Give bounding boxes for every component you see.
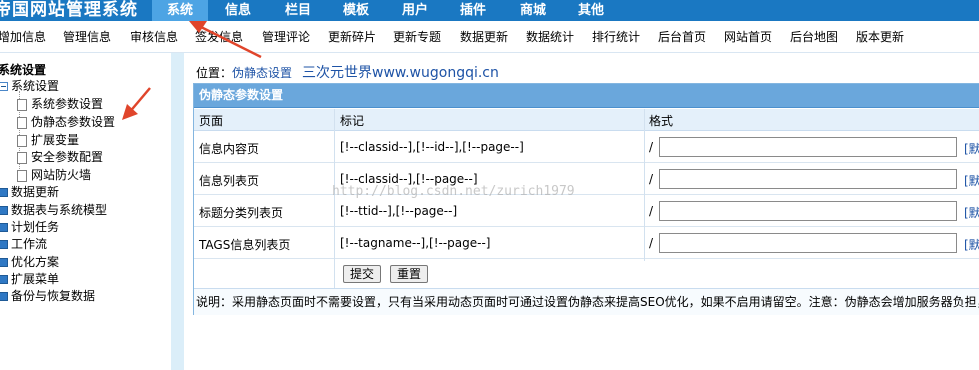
nav-tab-other[interactable]: 其他 xyxy=(563,0,619,21)
breadcrumb-prefix: 位置： xyxy=(196,66,233,80)
default-link[interactable]: [默 xyxy=(964,236,979,253)
sidebar-item-label: 系统参数设置 xyxy=(31,97,104,111)
folder-icon xyxy=(0,275,8,284)
folder-icon xyxy=(0,258,8,267)
folder-icon xyxy=(0,240,8,249)
sidebar-item-label: 备份与恢复数据 xyxy=(11,289,96,303)
sidebar-item-data-update[interactable]: 数据更新 xyxy=(0,184,59,200)
sidebar-item-label: 伪静态参数设置 xyxy=(31,115,116,129)
sidebar-item-extend-menu[interactable]: 扩展菜单 xyxy=(0,271,59,287)
sidebar-item-label: 系统设置 xyxy=(11,79,60,93)
annotation-arrow-icon xyxy=(122,87,151,120)
sidebar-item-optimization[interactable]: 优化方案 xyxy=(0,254,59,270)
reset-button[interactable]: 重置 xyxy=(390,265,429,283)
table-row: TAGS信息列表页 [!--tagname--],[!--page--] / [… xyxy=(194,228,979,259)
column-divider xyxy=(644,109,645,261)
nav-tab-shop[interactable]: 商城 xyxy=(505,0,561,21)
subnav-update-fragments[interactable]: 更新碎片 xyxy=(328,29,376,45)
page-icon xyxy=(17,151,27,164)
sidebar-item-label: 安全参数配置 xyxy=(31,150,104,164)
sidebar-title: 系统设置 xyxy=(0,63,47,77)
sidebar-item-firewall[interactable]: 网站防火墙 xyxy=(17,167,91,183)
collapse-icon[interactable] xyxy=(0,82,8,91)
subnav-manage-info[interactable]: 管理信息 xyxy=(63,29,111,45)
table-row: 信息内容页 [!--classid--],[!--id--],[!--page-… xyxy=(194,132,979,163)
subnav-admin-home[interactable]: 后台首页 xyxy=(658,29,706,45)
folder-icon xyxy=(0,292,8,301)
sidebar-item-label: 计划任务 xyxy=(11,220,60,234)
sidebar-item-tables-models[interactable]: 数据表与系统模型 xyxy=(0,202,107,218)
annotation-arrow-icon xyxy=(189,21,262,59)
default-link[interactable]: [默 xyxy=(964,172,979,189)
subnav-data-stats[interactable]: 数据统计 xyxy=(526,29,574,45)
format-input[interactable] xyxy=(659,137,957,157)
breadcrumb: 位置：伪静态设置 三次元世界www.wugongqi.cn xyxy=(196,62,499,82)
panel-title: 伪静态参数设置 xyxy=(194,84,979,108)
panel-note: 说明：采用静态页面时不需要设置，只有当采用动态页面时可通过设置伪静态来提高SEO… xyxy=(194,288,979,315)
sidebar-item-label: 工作流 xyxy=(11,237,48,251)
page-icon xyxy=(17,134,27,147)
subnav-manage-comments[interactable]: 管理评论 xyxy=(262,29,310,45)
default-link[interactable]: [默 xyxy=(964,204,979,221)
subnav-add-info[interactable]: 增加信息 xyxy=(0,29,46,45)
sidebar-item-workflow[interactable]: 工作流 xyxy=(0,236,47,252)
sidebar-item-label: 网站防火墙 xyxy=(31,168,92,182)
folder-icon xyxy=(0,223,8,232)
page-icon xyxy=(17,116,27,129)
settings-panel: 伪静态参数设置 页面 标记 格式 信息内容页 [!--classid--],[!… xyxy=(193,83,979,315)
nav-tab-template[interactable]: 模板 xyxy=(328,0,384,21)
folder-icon xyxy=(0,206,8,215)
sidebar-item-scheduled-tasks[interactable]: 计划任务 xyxy=(0,219,59,235)
subnav-site-home[interactable]: 网站首页 xyxy=(724,29,772,45)
subnav-review-info[interactable]: 审核信息 xyxy=(130,29,178,45)
submit-button[interactable]: 提交 xyxy=(343,265,382,283)
table-row: 信息列表页 [!--classid--],[!--page--] / [默 xyxy=(194,164,979,195)
page-icon xyxy=(17,98,27,111)
column-divider xyxy=(334,109,335,291)
format-input[interactable] xyxy=(659,233,957,253)
sidebar-item-label: 扩展菜单 xyxy=(11,272,60,286)
breadcrumb-link[interactable]: 伪静态设置 xyxy=(232,66,292,80)
nav-tab-plugin[interactable]: 插件 xyxy=(445,0,501,21)
logo-text: 帝国网站管理系统 xyxy=(0,0,138,20)
logo: 帝国网站管理系统 xyxy=(0,0,152,21)
subnav-ranking-stats[interactable]: 排行统计 xyxy=(592,29,640,45)
subnav-admin-map[interactable]: 后台地图 xyxy=(790,29,838,45)
subnav-update-data[interactable]: 数据更新 xyxy=(460,29,508,45)
top-nav-bar: 帝国网站管理系统 系统 信息 栏目 模板 用户 插件 商城 其他 xyxy=(0,0,979,21)
subnav-update-topics[interactable]: 更新专题 xyxy=(393,29,441,45)
sidebar-item-backup-restore[interactable]: 备份与恢复数据 xyxy=(0,288,95,304)
header-page: 页面 xyxy=(199,114,224,128)
table-row: 标题分类列表页 [!--ttid--],[!--page--] / [默 xyxy=(194,196,979,227)
format-input[interactable] xyxy=(659,201,957,221)
page-icon xyxy=(17,169,27,182)
actions-row: 提交 重置 xyxy=(194,260,979,288)
sub-nav-bar: 增加信息 管理信息 审核信息 签发信息 管理评论 更新碎片 更新专题 数据更新 … xyxy=(0,21,979,53)
table-header: 页面 标记 格式 xyxy=(194,109,979,131)
sidebar-item-pseudo-static[interactable]: 伪静态参数设置 xyxy=(17,114,115,130)
sidebar-divider[interactable] xyxy=(171,53,184,370)
sidebar-item-security[interactable]: 安全参数配置 xyxy=(17,149,103,165)
folder-icon xyxy=(0,188,8,197)
header-format: 格式 xyxy=(649,114,674,128)
format-input[interactable] xyxy=(659,169,957,189)
nav-tab-user[interactable]: 用户 xyxy=(387,0,443,21)
sidebar-item-system-settings[interactable]: 系统设置 xyxy=(0,78,59,94)
sidebar-item-label: 扩展变量 xyxy=(31,133,80,147)
sidebar-item-label: 优化方案 xyxy=(11,255,60,269)
watermark: http://blog.csdn.net/zurich1979 xyxy=(332,184,575,199)
sidebar-item-system-params[interactable]: 系统参数设置 xyxy=(17,96,103,112)
sidebar-item-label: 数据更新 xyxy=(11,185,60,199)
site-caption: 三次元世界www.wugongqi.cn xyxy=(302,65,499,81)
nav-tab-column[interactable]: 栏目 xyxy=(270,0,326,21)
sidebar-item-label: 数据表与系统模型 xyxy=(11,203,108,217)
subnav-version-update[interactable]: 版本更新 xyxy=(856,29,904,45)
sidebar-item-extend-vars[interactable]: 扩展变量 xyxy=(17,132,79,148)
header-mark: 标记 xyxy=(340,114,365,128)
default-link[interactable]: [默 xyxy=(964,140,979,157)
